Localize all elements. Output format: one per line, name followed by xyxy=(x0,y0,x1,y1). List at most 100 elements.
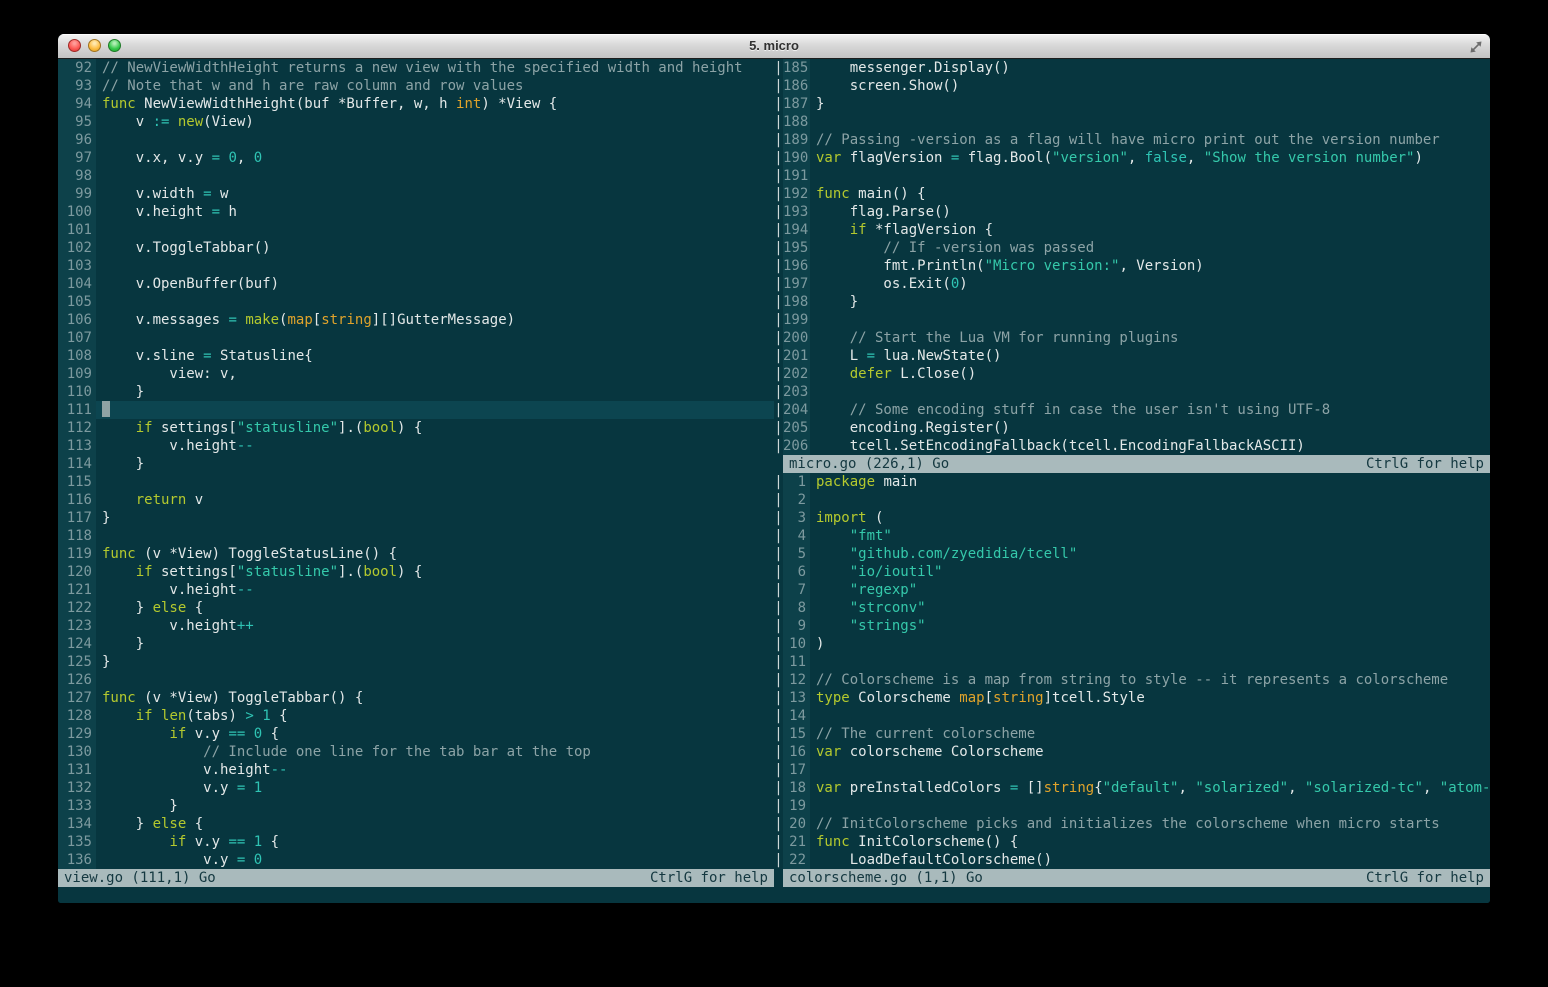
code-line-row[interactable]: 125} xyxy=(58,653,774,671)
line-number: 125 xyxy=(58,653,96,671)
code-line-row[interactable]: 205 encoding.Register() xyxy=(783,419,1490,437)
code-line-row[interactable]: 136 v.y = 0 xyxy=(58,851,774,869)
code-line-row[interactable]: 102 v.ToggleTabbar() xyxy=(58,239,774,257)
code-line-row[interactable]: 117} xyxy=(58,509,774,527)
line-number: 128 xyxy=(58,707,96,725)
code-line-row[interactable]: 7 "regexp" xyxy=(783,581,1490,599)
code-line-row[interactable]: 122 } else { xyxy=(58,599,774,617)
code-line-row[interactable]: 107 xyxy=(58,329,774,347)
code-line-row[interactable]: 8 "strconv" xyxy=(783,599,1490,617)
code-line-row[interactable]: 120 if settings["statusline"].(bool) { xyxy=(58,563,774,581)
code-line-row[interactable]: 203 xyxy=(783,383,1490,401)
code-line-row[interactable]: 16 var colorscheme Colorscheme xyxy=(783,743,1490,761)
code-line-row[interactable]: 96 xyxy=(58,131,774,149)
code-line-row[interactable]: 98 xyxy=(58,167,774,185)
code-line-row[interactable]: 108 v.sline = Statusline{ xyxy=(58,347,774,365)
code-line-row[interactable]: 22 LoadDefaultColorscheme() xyxy=(783,851,1490,869)
line-number: 201 xyxy=(783,347,810,365)
code-line-row[interactable]: 18 var preInstalledColors = []string{"def… xyxy=(783,779,1490,797)
code-line-row[interactable]: 109 view: v, xyxy=(58,365,774,383)
code-line-row[interactable]: 14 xyxy=(783,707,1490,725)
code-line-row[interactable]: 97 v.x, v.y = 0, 0 xyxy=(58,149,774,167)
code-line-row[interactable]: 200 // Start the Lua VM for running plug… xyxy=(783,329,1490,347)
code-line-row[interactable]: 9 "strings" xyxy=(783,617,1490,635)
code-line-row[interactable]: 3 import ( xyxy=(783,509,1490,527)
code-line-row[interactable]: 133 } xyxy=(58,797,774,815)
titlebar[interactable]: 5. micro xyxy=(58,34,1490,59)
code-line-row[interactable]: 10) xyxy=(783,635,1490,653)
code-line-row[interactable]: 118 xyxy=(58,527,774,545)
code-line-row[interactable]: 106 v.messages = make(map[string][]Gutte… xyxy=(58,311,774,329)
code-line-row[interactable]: 201 L = lua.NewState() xyxy=(783,347,1490,365)
code-area-view-go[interactable]: 92// NewViewWidthHeight returns a new vi… xyxy=(58,59,774,869)
code-line-row[interactable]: 20// InitColorscheme picks and initializ… xyxy=(783,815,1490,833)
code-line-row[interactable]: 12// Colorscheme is a map from string to… xyxy=(783,671,1490,689)
code-line-row[interactable]: 4 "fmt" xyxy=(783,527,1490,545)
code-line-row[interactable]: 126 xyxy=(58,671,774,689)
code-line-row[interactable]: 13 type Colorscheme map[string]tcell.Styl… xyxy=(783,689,1490,707)
code-line-row[interactable]: 130 // Include one line for the tab bar … xyxy=(58,743,774,761)
code-line-row[interactable]: 114 } xyxy=(58,455,774,473)
code-line-row[interactable]: 15// The current colorscheme xyxy=(783,725,1490,743)
code-line-row[interactable]: 127 func (v *View) ToggleTabbar() { xyxy=(58,689,774,707)
code-line-row[interactable]: 1 package main xyxy=(783,473,1490,491)
code-line-row[interactable]: 132 v.y = 1 xyxy=(58,779,774,797)
code-line-row[interactable]: 204 // Some encoding stuff in case the u… xyxy=(783,401,1490,419)
code-line-row[interactable]: 187} xyxy=(783,95,1490,113)
code-line-row[interactable]: 113 v.height-- xyxy=(58,437,774,455)
code-line-row[interactable]: 128 if len(tabs) > 1 { xyxy=(58,707,774,725)
code-line-row[interactable]: 111 xyxy=(58,401,774,419)
code-line-row[interactable]: 185 messenger.Display() xyxy=(783,59,1490,77)
code-line-row[interactable]: 119 func (v *View) ToggleStatusLine() { xyxy=(58,545,774,563)
code-line-row[interactable]: 186 screen.Show() xyxy=(783,77,1490,95)
code-line-row[interactable]: 199 xyxy=(783,311,1490,329)
code-line-row[interactable]: 123 v.height++ xyxy=(58,617,774,635)
code-line-row[interactable]: 206 tcell.SetEncodingFallback(tcell.Enco… xyxy=(783,437,1490,455)
code-line-row[interactable]: 94 func NewViewWidthHeight(buf *Buffer, w… xyxy=(58,95,774,113)
code-line-row[interactable]: 196 fmt.Println("Micro version:", Versio… xyxy=(783,257,1490,275)
command-line[interactable] xyxy=(58,887,1490,903)
code-line-row[interactable]: 17 xyxy=(783,761,1490,779)
code-line-row[interactable]: 93// Note that w and h are raw column an… xyxy=(58,77,774,95)
code-line-row[interactable]: 195 // If -version was passed xyxy=(783,239,1490,257)
code-line-row[interactable]: 189// Passing -version as a flag will ha… xyxy=(783,131,1490,149)
code-line-row[interactable]: 190 var flagVersion = flag.Bool("version"… xyxy=(783,149,1490,167)
resize-arrows-icon[interactable] xyxy=(1469,39,1483,53)
code-line-row[interactable]: 115 xyxy=(58,473,774,491)
code-line-row[interactable]: 2 xyxy=(783,491,1490,509)
code-line-row[interactable]: 100 v.height = h xyxy=(58,203,774,221)
code-line-row[interactable]: 194 if *flagVersion { xyxy=(783,221,1490,239)
code-line-row[interactable]: 112 if settings["statusline"].(bool) { xyxy=(58,419,774,437)
code-line-row[interactable]: 191 xyxy=(783,167,1490,185)
code-area-colorscheme-go[interactable]: 1 package main 2 3 import (4 "fmt" 5 "github.… xyxy=(783,473,1490,869)
code-line-row[interactable]: 92// NewViewWidthHeight returns a new vi… xyxy=(58,59,774,77)
code-line-row[interactable]: 101 xyxy=(58,221,774,239)
code-line-row[interactable]: 193 flag.Parse() xyxy=(783,203,1490,221)
code-line-row[interactable]: 198 } xyxy=(783,293,1490,311)
code-line-row[interactable]: 11 xyxy=(783,653,1490,671)
line-number: 123 xyxy=(58,617,96,635)
code-line-row[interactable]: 19 xyxy=(783,797,1490,815)
code-line-row[interactable]: 21 func InitColorscheme() { xyxy=(783,833,1490,851)
code-line-row[interactable]: 124 } xyxy=(58,635,774,653)
code-line-row[interactable]: 135 if v.y == 1 { xyxy=(58,833,774,851)
code-line-row[interactable]: 188 xyxy=(783,113,1490,131)
code-line-row[interactable]: 197 os.Exit(0) xyxy=(783,275,1490,293)
code-line-row[interactable]: 134 } else { xyxy=(58,815,774,833)
code-line-row[interactable]: 103 xyxy=(58,257,774,275)
code-line-row[interactable]: 121 v.height-- xyxy=(58,581,774,599)
code-line-row[interactable]: 105 xyxy=(58,293,774,311)
code-line-row[interactable]: 6 "io/ioutil" xyxy=(783,563,1490,581)
code-area-micro-go[interactable]: 185 messenger.Display() 186 screen.Show()… xyxy=(783,59,1490,455)
code-line-row[interactable]: 202 defer L.Close() xyxy=(783,365,1490,383)
code-line-row[interactable]: 5 "github.com/zyedidia/tcell" xyxy=(783,545,1490,563)
code-line-row[interactable]: 192 func main() { xyxy=(783,185,1490,203)
code-line-row[interactable]: 95 v := new(View) xyxy=(58,113,774,131)
code-line-row[interactable]: 116 return v xyxy=(58,491,774,509)
code-line-row[interactable]: 99 v.width = w xyxy=(58,185,774,203)
code-line-row[interactable]: 131 v.height-- xyxy=(58,761,774,779)
code-line-row[interactable]: 129 if v.y == 0 { xyxy=(58,725,774,743)
line-number: 15 xyxy=(783,725,810,743)
code-line-row[interactable]: 110 } xyxy=(58,383,774,401)
code-line-row[interactable]: 104 v.OpenBuffer(buf) xyxy=(58,275,774,293)
